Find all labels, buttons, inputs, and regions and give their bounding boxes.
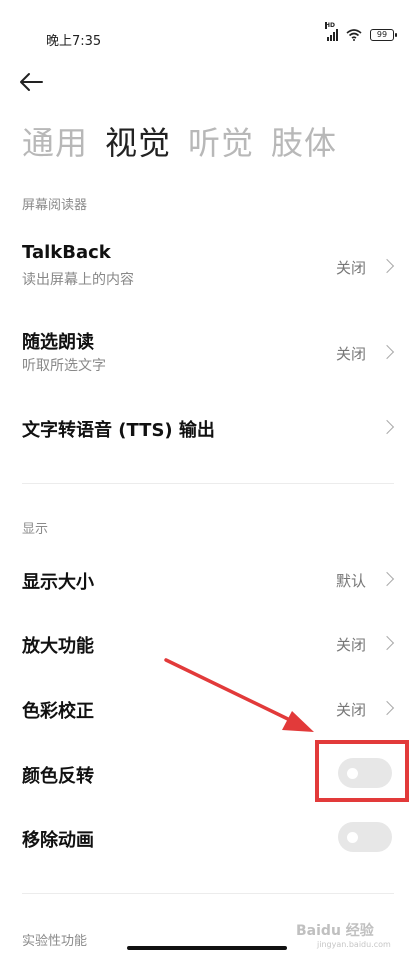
setting-magnification[interactable]: 放大功能 关闭 bbox=[0, 620, 414, 668]
setting-title: 随选朗读 bbox=[22, 332, 94, 353]
setting-display-size[interactable]: 显示大小 默认 bbox=[0, 556, 414, 604]
section-header-experimental: 实验性功能 bbox=[22, 934, 88, 949]
setting-value: 关闭 bbox=[335, 259, 366, 277]
setting-value: 关闭 bbox=[335, 345, 366, 363]
setting-value: 关闭 bbox=[335, 701, 366, 719]
setting-title: TalkBack bbox=[22, 242, 111, 263]
arrow-left-icon bbox=[20, 73, 43, 91]
status-bar: 晚上7:35 HD 99 bbox=[0, 0, 414, 66]
chevron-right-icon bbox=[379, 700, 395, 716]
chevron-right-icon bbox=[379, 258, 395, 274]
chevron-right-icon bbox=[379, 344, 395, 360]
status-icons: HD 99 bbox=[325, 22, 397, 41]
setting-select-to-speak[interactable]: 随选朗读 听取所选文字 关闭 bbox=[0, 318, 414, 388]
setting-title: 显示大小 bbox=[22, 572, 94, 593]
watermark-url: jingyan.baidu.com bbox=[317, 940, 391, 949]
back-button[interactable] bbox=[18, 72, 54, 102]
battery-icon: 99 bbox=[370, 29, 397, 41]
annotation-highlight-box bbox=[315, 740, 409, 802]
tab-vision[interactable]: 视觉 bbox=[105, 120, 171, 166]
setting-tts-output[interactable]: 文字转语音 (TTS) 输出 bbox=[0, 400, 414, 456]
tab-hearing[interactable]: 听觉 bbox=[188, 120, 254, 166]
chevron-right-icon bbox=[379, 419, 395, 435]
watermark-logo: Baidu 经验 bbox=[296, 923, 374, 939]
section-header-screen-reader: 屏幕阅读器 bbox=[22, 198, 88, 213]
setting-talkback[interactable]: TalkBack 读出屏幕上的内容 关闭 bbox=[0, 232, 414, 302]
setting-title: 颜色反转 bbox=[22, 766, 94, 787]
setting-remove-animations[interactable]: 移除动画 bbox=[0, 814, 414, 862]
home-indicator[interactable] bbox=[127, 946, 287, 950]
toggle-knob bbox=[347, 832, 358, 843]
signal-icon: HD bbox=[325, 22, 338, 41]
setting-title: 文字转语音 (TTS) 输出 bbox=[22, 420, 215, 441]
tab-general[interactable]: 通用 bbox=[22, 120, 88, 166]
status-time: 晚上7:35 bbox=[46, 34, 102, 49]
setting-title: 移除动画 bbox=[22, 830, 94, 851]
section-divider bbox=[22, 893, 394, 894]
chevron-right-icon bbox=[379, 635, 395, 651]
setting-title: 放大功能 bbox=[22, 636, 94, 657]
setting-subtitle: 读出屏幕上的内容 bbox=[22, 272, 134, 288]
setting-subtitle: 听取所选文字 bbox=[22, 358, 106, 374]
hd-badge: HD bbox=[325, 22, 336, 29]
setting-value: 关闭 bbox=[335, 636, 366, 654]
tab-physical[interactable]: 肢体 bbox=[271, 120, 337, 166]
chevron-right-icon bbox=[379, 571, 395, 587]
category-tabs: 通用 视觉 听觉 肢体 bbox=[22, 120, 337, 166]
setting-color-correction[interactable]: 色彩校正 关闭 bbox=[0, 685, 414, 733]
setting-title: 色彩校正 bbox=[22, 701, 94, 722]
section-header-display: 显示 bbox=[22, 522, 49, 537]
setting-value: 默认 bbox=[335, 572, 366, 590]
section-divider bbox=[22, 483, 394, 484]
wifi-icon bbox=[346, 29, 362, 41]
remove-animations-toggle[interactable] bbox=[338, 822, 392, 852]
